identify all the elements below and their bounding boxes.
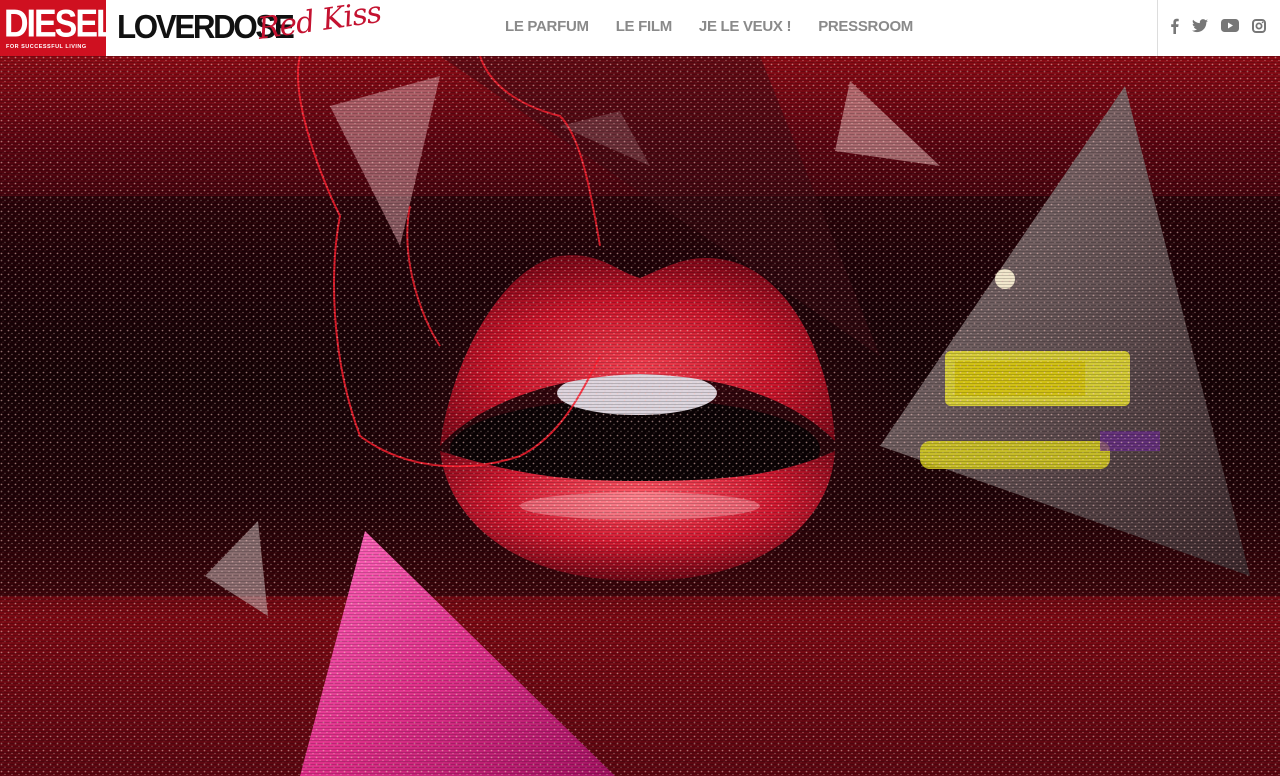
instagram-icon[interactable] — [1252, 18, 1266, 38]
nav-pressroom[interactable]: PRESSROOM — [818, 18, 913, 35]
diesel-logo-text: DIESEL — [4, 2, 117, 46]
youtube-icon[interactable] — [1221, 19, 1239, 37]
nav-le-parfum[interactable]: LE PARFUM — [505, 18, 589, 35]
diesel-logo-tagline: FOR SUCCESSFUL LIVING — [6, 44, 87, 50]
hero-artwork — [0, 56, 1280, 776]
nav-je-le-veux[interactable]: JE LE VEUX ! — [699, 18, 792, 35]
nav-le-film[interactable]: LE FILM — [616, 18, 673, 35]
main-nav: LE PARFUM LE FILM JE LE VEUX ! PRESSROOM — [505, 18, 913, 35]
diesel-logo[interactable]: DIESEL FOR SUCCESSFUL LIVING — [0, 0, 117, 56]
facebook-icon[interactable] — [1170, 18, 1179, 39]
site-header: DIESEL FOR SUCCESSFUL LIVING LOVERDOSE R… — [0, 0, 1280, 56]
hero-video-frame[interactable] — [0, 56, 1280, 776]
social-links — [1157, 0, 1280, 56]
twitter-icon[interactable] — [1192, 18, 1208, 38]
